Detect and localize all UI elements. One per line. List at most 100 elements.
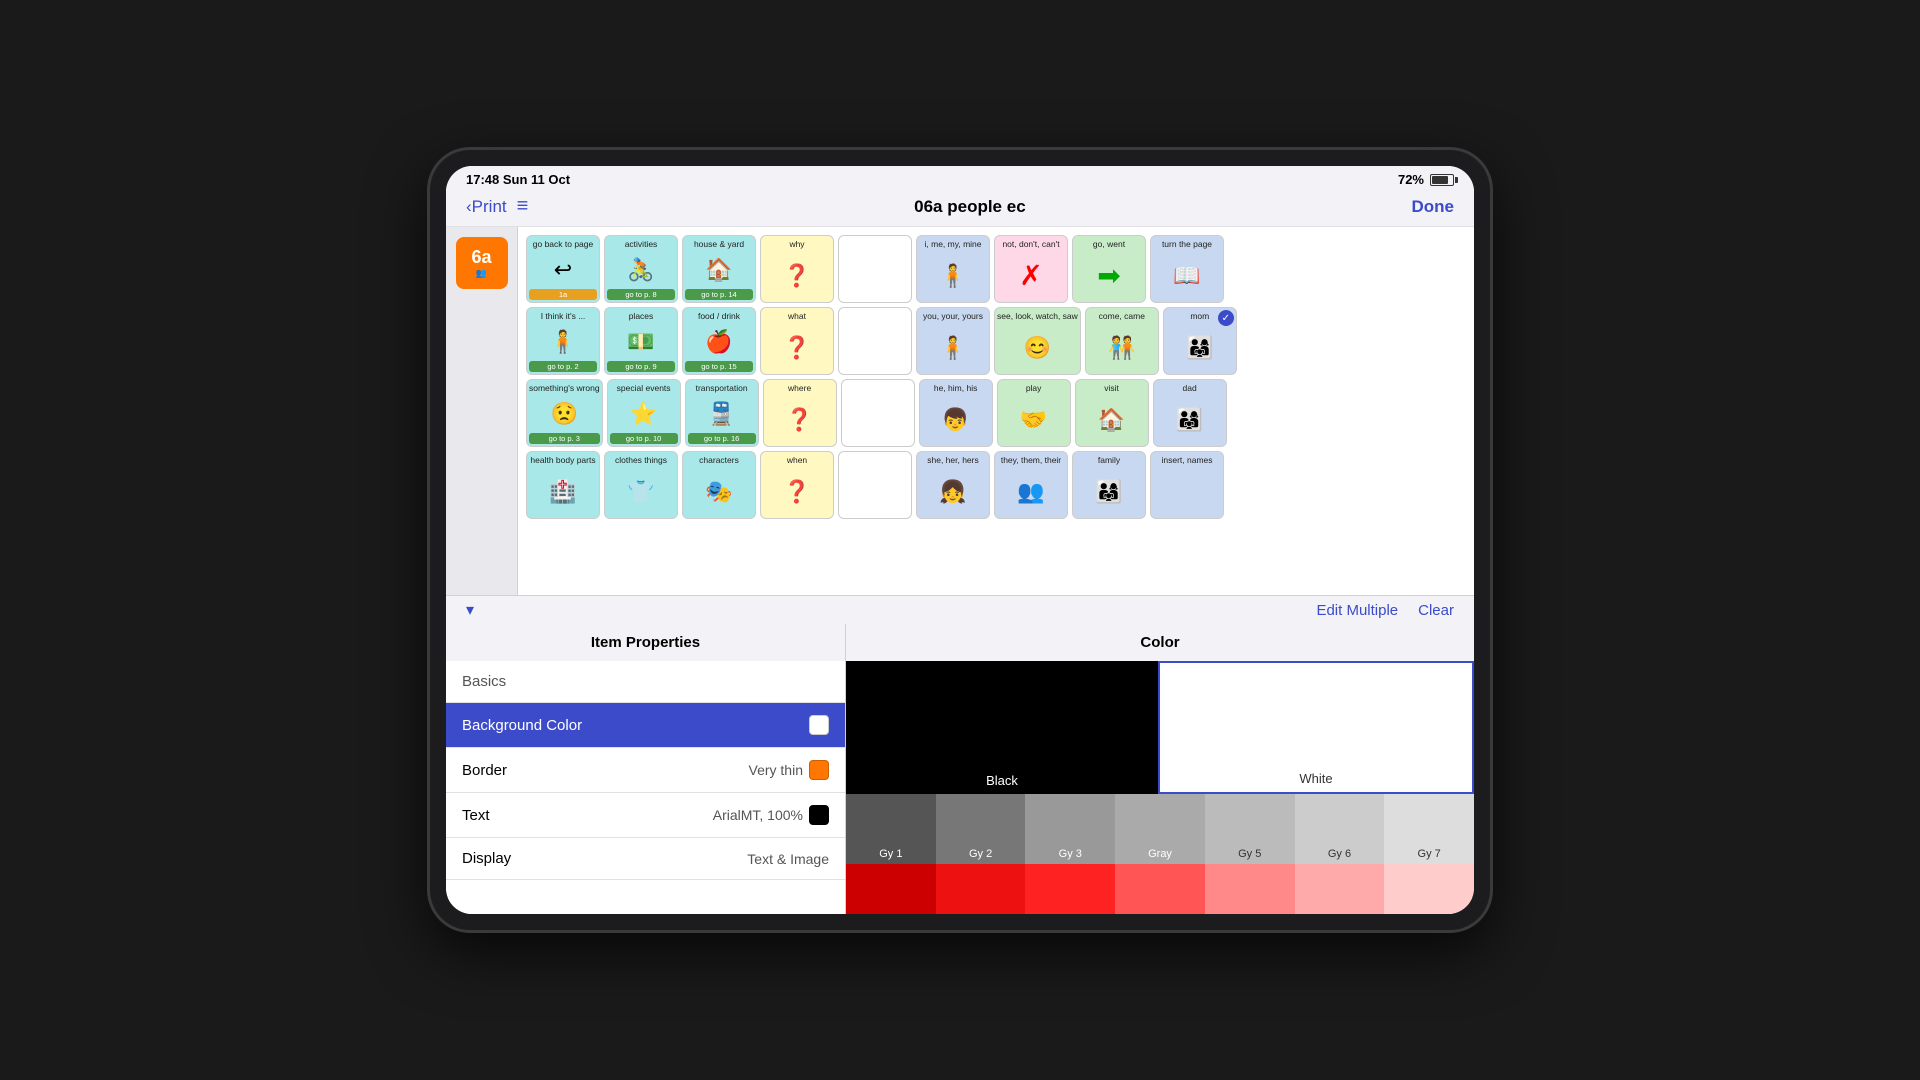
background-color-label: Background Color bbox=[462, 717, 809, 734]
grid-cell[interactable]: when ❓ bbox=[760, 451, 834, 519]
basics-row[interactable]: Basics bbox=[446, 661, 845, 703]
collapse-button[interactable]: ▾ bbox=[466, 600, 474, 620]
edit-multiple-button[interactable]: Edit Multiple bbox=[1316, 602, 1398, 619]
back-button[interactable]: ‹ Print bbox=[466, 197, 507, 217]
grid-row-4: health body parts 🏥 clothes things 👕 cha… bbox=[526, 451, 1466, 519]
menu-button[interactable]: ≡ bbox=[517, 195, 529, 218]
text-row[interactable]: Text ArialMT, 100% bbox=[446, 793, 845, 838]
border-value: Very thin bbox=[749, 760, 829, 780]
status-time: 17:48 Sun 11 Oct bbox=[466, 172, 570, 187]
grid-cell[interactable]: family 👨‍👩‍👧 bbox=[1072, 451, 1146, 519]
grid-cell[interactable]: ✓ mom 👨‍👩‍👧 bbox=[1163, 307, 1237, 375]
grid-cell-empty[interactable] bbox=[841, 379, 915, 447]
color-grid: Black White Gy 1 Gy 2 bbox=[846, 661, 1474, 914]
text-font: ArialMT, 100% bbox=[713, 807, 803, 823]
nav-title: 06a people ec bbox=[914, 197, 1026, 217]
grid-cell[interactable]: not, don't, can't ✗ bbox=[994, 235, 1068, 303]
display-text: Text & Image bbox=[747, 851, 829, 867]
done-button[interactable]: Done bbox=[1411, 197, 1454, 217]
page-button[interactable]: 6a 👥 bbox=[456, 237, 508, 289]
grid-cell[interactable]: come, came 🧑‍🤝‍🧑 bbox=[1085, 307, 1159, 375]
gray-cell-7[interactable]: Gy 7 bbox=[1384, 794, 1474, 864]
gray-label-4: Gray bbox=[1148, 848, 1172, 860]
color-panel: Color Black White bbox=[846, 624, 1474, 914]
gray-cell-6[interactable]: Gy 6 bbox=[1295, 794, 1385, 864]
grid-cell[interactable]: clothes things 👕 bbox=[604, 451, 678, 519]
people-icon: 👥 bbox=[476, 268, 487, 279]
grid-cell[interactable]: activities 🚴 go to p. 8 bbox=[604, 235, 678, 303]
grid-cell[interactable]: house & yard 🏠 go to p. 14 bbox=[682, 235, 756, 303]
border-text: Very thin bbox=[749, 762, 803, 778]
black-label: Black bbox=[986, 773, 1018, 788]
gray-label-3: Gy 3 bbox=[1059, 848, 1082, 860]
status-bar: 17:48 Sun 11 Oct 72% bbox=[446, 166, 1474, 191]
grid-cell[interactable]: go back to page ↩ 1a bbox=[526, 235, 600, 303]
checkmark-badge: ✓ bbox=[1218, 310, 1234, 326]
border-row[interactable]: Border Very thin bbox=[446, 748, 845, 793]
gray-cell-2[interactable]: Gy 2 bbox=[936, 794, 1026, 864]
grid-cell[interactable]: turn the page 📖 bbox=[1150, 235, 1224, 303]
red-cell-4[interactable] bbox=[1115, 864, 1205, 914]
grid-cell[interactable]: they, them, their 👥 bbox=[994, 451, 1068, 519]
red-cell-3[interactable] bbox=[1025, 864, 1115, 914]
battery-fill bbox=[1432, 176, 1448, 184]
basics-label: Basics bbox=[462, 673, 506, 690]
grid-cell[interactable]: transportation 🚆 go to p. 16 bbox=[685, 379, 759, 447]
gray-cell-3[interactable]: Gy 3 bbox=[1025, 794, 1115, 864]
text-value: ArialMT, 100% bbox=[713, 805, 829, 825]
display-row[interactable]: Display Text & Image bbox=[446, 838, 845, 880]
collapse-bar: ▾ Edit Multiple Clear bbox=[446, 596, 1474, 624]
grid-cell[interactable]: visit 🏠 bbox=[1075, 379, 1149, 447]
background-color-row[interactable]: Background Color bbox=[446, 703, 845, 748]
grid-cell-empty[interactable] bbox=[838, 235, 912, 303]
battery-icon bbox=[1430, 174, 1454, 186]
color-row-bw: Black White bbox=[846, 661, 1474, 794]
color-white-cell[interactable]: White bbox=[1158, 661, 1474, 794]
grid-cell[interactable]: she, her, hers 👧 bbox=[916, 451, 990, 519]
aac-grid: go back to page ↩ 1a activities 🚴 go to … bbox=[518, 227, 1474, 595]
gray-label-7: Gy 7 bbox=[1418, 848, 1441, 860]
grid-cell[interactable]: why ❓ bbox=[760, 235, 834, 303]
red-cell-5[interactable] bbox=[1205, 864, 1295, 914]
grid-cell-empty[interactable] bbox=[838, 307, 912, 375]
grid-cell[interactable]: where ❓ bbox=[763, 379, 837, 447]
gray-cell-4[interactable]: Gray bbox=[1115, 794, 1205, 864]
red-cell-1[interactable] bbox=[846, 864, 936, 914]
clear-button[interactable]: Clear bbox=[1418, 602, 1454, 619]
grid-row-1: go back to page ↩ 1a activities 🚴 go to … bbox=[526, 235, 1466, 303]
red-cell-6[interactable] bbox=[1295, 864, 1385, 914]
grid-cell[interactable]: health body parts 🏥 bbox=[526, 451, 600, 519]
device-screen: 17:48 Sun 11 Oct 72% ‹ Print ≡ 06a peopl… bbox=[446, 166, 1474, 914]
gray-cell-1[interactable]: Gy 1 bbox=[846, 794, 936, 864]
grid-row-2: I think it's ... 🧍 go to p. 2 places 💵 g… bbox=[526, 307, 1466, 375]
color-black-cell[interactable]: Black bbox=[846, 661, 1158, 794]
grid-cell-empty[interactable] bbox=[838, 451, 912, 519]
grid-cell[interactable]: he, him, his 👦 bbox=[919, 379, 993, 447]
grid-cell[interactable]: places 💵 go to p. 9 bbox=[604, 307, 678, 375]
border-label: Border bbox=[462, 762, 749, 779]
grid-cell[interactable]: I think it's ... 🧍 go to p. 2 bbox=[526, 307, 600, 375]
grid-cell[interactable]: dad 👨‍👩‍👧 bbox=[1153, 379, 1227, 447]
grid-cell[interactable]: go, went ➡ bbox=[1072, 235, 1146, 303]
properties-header: Item Properties bbox=[446, 624, 845, 661]
display-value: Text & Image bbox=[747, 851, 829, 867]
main-content: 6a 👥 go back to page ↩ 1a activitie bbox=[446, 227, 1474, 595]
grid-cell[interactable]: characters 🎭 bbox=[682, 451, 756, 519]
white-label: White bbox=[1299, 771, 1332, 786]
grid-cell[interactable]: special events ⭐ go to p. 10 bbox=[607, 379, 681, 447]
gray-cell-5[interactable]: Gy 5 bbox=[1205, 794, 1295, 864]
device-frame: 17:48 Sun 11 Oct 72% ‹ Print ≡ 06a peopl… bbox=[430, 150, 1490, 930]
grid-cell[interactable]: play 🤝 bbox=[997, 379, 1071, 447]
grid-cell[interactable]: what ❓ bbox=[760, 307, 834, 375]
red-cell-2[interactable] bbox=[936, 864, 1026, 914]
red-cell-7[interactable] bbox=[1384, 864, 1474, 914]
grid-cell[interactable]: you, your, yours 🧍 bbox=[916, 307, 990, 375]
battery-percentage: 72% bbox=[1398, 172, 1424, 187]
status-right: 72% bbox=[1398, 172, 1454, 187]
grid-cell[interactable]: insert, names bbox=[1150, 451, 1224, 519]
background-color-swatch bbox=[809, 715, 829, 735]
grid-cell[interactable]: see, look, watch, saw 😊 bbox=[994, 307, 1081, 375]
grid-cell[interactable]: food / drink 🍎 go to p. 15 bbox=[682, 307, 756, 375]
grid-cell[interactable]: something's wrong 😟 go to p. 3 bbox=[526, 379, 603, 447]
grid-cell[interactable]: i, me, my, mine 🧍 bbox=[916, 235, 990, 303]
